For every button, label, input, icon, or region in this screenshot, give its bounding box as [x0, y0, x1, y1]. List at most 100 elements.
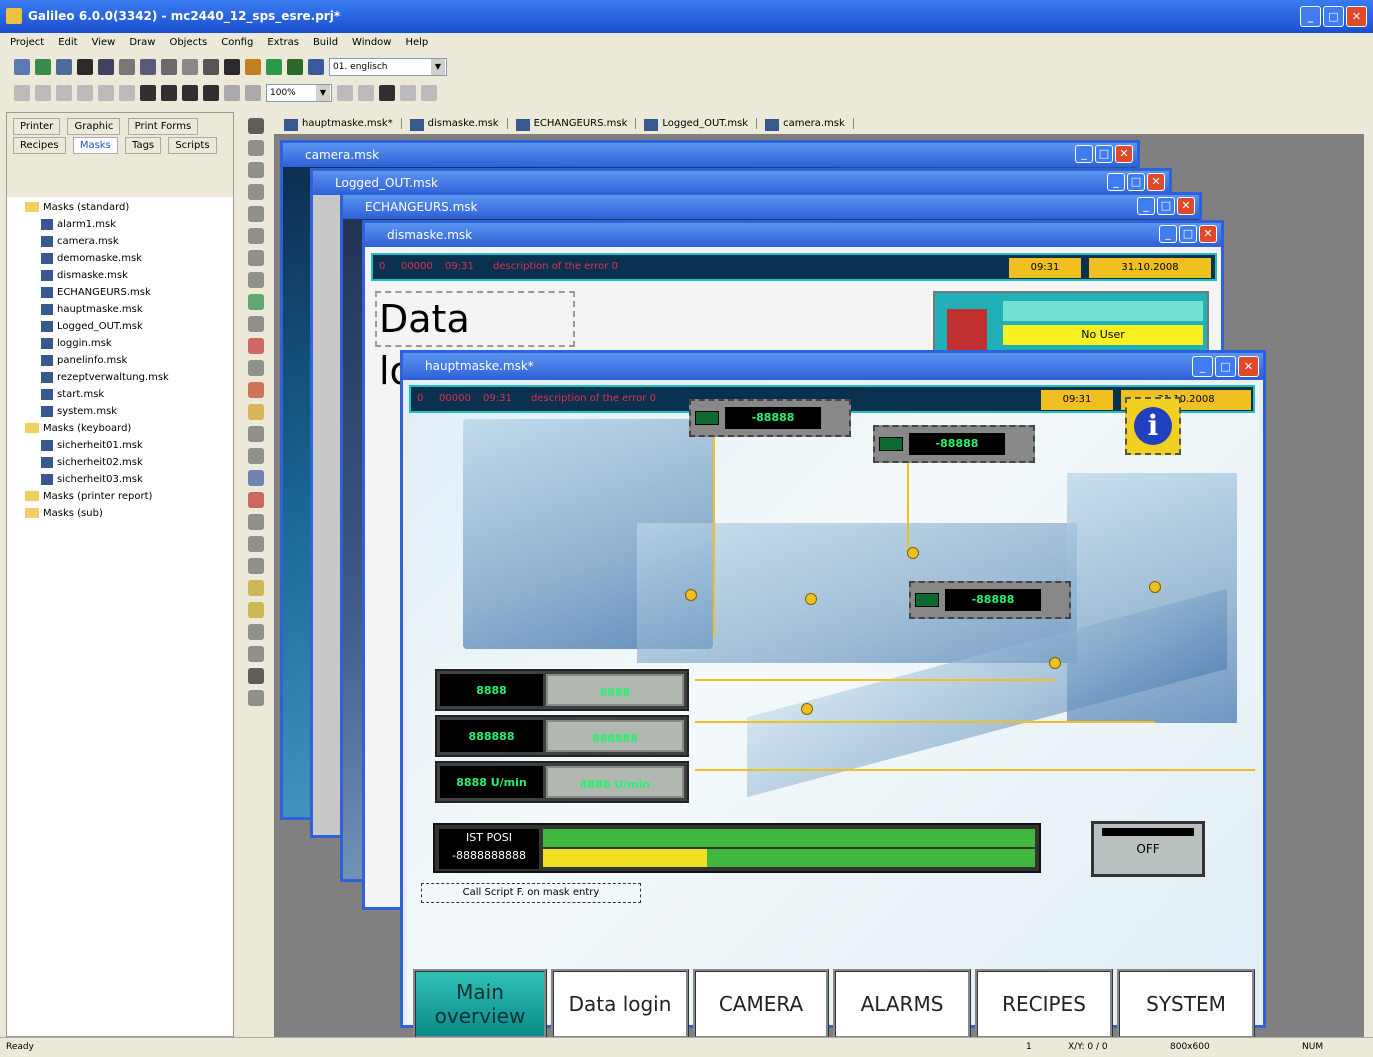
hand-icon[interactable]: [248, 602, 264, 618]
users-icon[interactable]: [248, 668, 264, 684]
close-button[interactable]: ✕: [1346, 6, 1367, 27]
transfer-icon[interactable]: [287, 59, 303, 75]
menu-project[interactable]: Project: [10, 33, 44, 53]
trend-icon[interactable]: [248, 404, 264, 420]
nav-system[interactable]: SYSTEM: [1117, 969, 1255, 1039]
maximize-button[interactable]: □: [1215, 356, 1236, 377]
recipe-icon[interactable]: [248, 470, 264, 486]
tab-echangeurs[interactable]: ECHANGEURS.msk: [514, 117, 637, 131]
separator-icon[interactable]: [248, 646, 264, 662]
close-button[interactable]: ✕: [1115, 145, 1133, 163]
io-field-icon[interactable]: [248, 514, 264, 530]
language-icon[interactable]: [308, 59, 324, 75]
ungroup-icon[interactable]: [161, 85, 177, 101]
tab-graphic[interactable]: Graphic: [67, 118, 121, 135]
gauge-icon[interactable]: [248, 360, 264, 376]
io-input[interactable]: 8888: [546, 674, 684, 706]
paste-icon[interactable]: [161, 59, 177, 75]
tab-hauptmaske[interactable]: hauptmaske.msk*: [282, 117, 402, 131]
lamp-icon[interactable]: [248, 338, 264, 354]
tab-scripts[interactable]: Scripts: [168, 137, 217, 154]
nav-alarms[interactable]: ALARMS: [833, 969, 971, 1039]
menu-draw[interactable]: Draw: [129, 33, 155, 53]
grid-icon[interactable]: [224, 85, 240, 101]
print-preview-icon[interactable]: [98, 59, 114, 75]
arrow-up-icon[interactable]: [400, 85, 416, 101]
menu-objects[interactable]: Objects: [169, 33, 207, 53]
tree-item[interactable]: camera.msk: [11, 233, 229, 250]
align-bottom-icon[interactable]: [98, 85, 114, 101]
tree-folder[interactable]: Masks (standard): [11, 199, 229, 216]
maximize-button[interactable]: □: [1157, 197, 1175, 215]
tree-folder[interactable]: Masks (keyboard): [11, 420, 229, 437]
minimize-button[interactable]: _: [1192, 356, 1213, 377]
nav-recipes[interactable]: RECIPES: [975, 969, 1113, 1039]
same-size-icon[interactable]: [119, 85, 135, 101]
tab-printer[interactable]: Printer: [13, 118, 61, 135]
align-left-icon[interactable]: [14, 85, 30, 101]
minimize-button[interactable]: _: [1300, 6, 1321, 27]
align-center-icon[interactable]: [35, 85, 51, 101]
minimize-button[interactable]: _: [1075, 145, 1093, 163]
tree-folder[interactable]: Masks (sub): [11, 505, 229, 522]
tab-print-forms[interactable]: Print Forms: [127, 118, 199, 135]
close-button[interactable]: ✕: [1177, 197, 1195, 215]
tree-item[interactable]: sicherheit03.msk: [11, 471, 229, 488]
tree-item[interactable]: start.msk: [11, 386, 229, 403]
help-icon[interactable]: [224, 59, 240, 75]
tree-item[interactable]: Logged_OUT.msk: [11, 318, 229, 335]
tab-masks[interactable]: Masks: [72, 137, 118, 154]
maximize-button[interactable]: □: [1179, 225, 1197, 243]
nav-main-overview[interactable]: Main overview: [413, 969, 547, 1039]
slider-icon[interactable]: [248, 492, 264, 508]
undo-icon[interactable]: [182, 59, 198, 75]
tab-logged-out[interactable]: Logged_OUT.msk: [642, 117, 758, 131]
close-button[interactable]: ✕: [1199, 225, 1217, 243]
zoom-in-icon[interactable]: [337, 85, 353, 101]
tree-item[interactable]: system.msk: [11, 403, 229, 420]
menu-window[interactable]: Window: [352, 33, 391, 53]
nav-camera[interactable]: CAMERA: [693, 969, 829, 1039]
tab-recipes[interactable]: Recipes: [13, 137, 66, 154]
close-button[interactable]: ✕: [1147, 173, 1165, 191]
tree-item[interactable]: dismaske.msk: [11, 267, 229, 284]
arrow-down-icon[interactable]: [421, 85, 437, 101]
new-project-icon[interactable]: [14, 59, 30, 75]
bar-icon[interactable]: [248, 382, 264, 398]
align-right-icon[interactable]: [56, 85, 72, 101]
menu-view[interactable]: View: [92, 33, 116, 53]
maximize-button[interactable]: □: [1095, 145, 1113, 163]
minimize-button[interactable]: _: [1137, 197, 1155, 215]
tree-item[interactable]: panelinfo.msk: [11, 352, 229, 369]
pointer-icon[interactable]: [248, 118, 264, 134]
back-icon[interactable]: [203, 85, 219, 101]
close-button[interactable]: ✕: [1238, 356, 1259, 377]
clock-icon[interactable]: [248, 558, 264, 574]
tree-item[interactable]: demomaske.msk: [11, 250, 229, 267]
save-all-icon[interactable]: [77, 59, 93, 75]
tree-item[interactable]: alarm1.msk: [11, 216, 229, 233]
off-button[interactable]: OFF: [1091, 821, 1205, 877]
menu-edit[interactable]: Edit: [58, 33, 77, 53]
alarm-icon[interactable]: [248, 448, 264, 464]
tree-item[interactable]: sicherheit02.msk: [11, 454, 229, 471]
rounded-rect-icon[interactable]: [248, 228, 264, 244]
tree-item[interactable]: ECHANGEURS.msk: [11, 284, 229, 301]
key-icon[interactable]: [248, 580, 264, 596]
box-icon[interactable]: [248, 206, 264, 222]
polygon-icon[interactable]: [248, 272, 264, 288]
minimize-button[interactable]: _: [1159, 225, 1177, 243]
tree-item[interactable]: loggin.msk: [11, 335, 229, 352]
button-icon[interactable]: [248, 316, 264, 332]
menu-config[interactable]: Config: [221, 33, 253, 53]
io-input[interactable]: 8888 U/min: [546, 766, 684, 798]
text-icon[interactable]: [248, 162, 264, 178]
tree-item[interactable]: rezeptverwaltung.msk: [11, 369, 229, 386]
tab-dismaske[interactable]: dismaske.msk: [408, 117, 508, 131]
snap-icon[interactable]: [245, 85, 261, 101]
info-button[interactable]: i: [1125, 397, 1181, 455]
align-top-icon[interactable]: [77, 85, 93, 101]
tree-folder[interactable]: Masks (printer report): [11, 488, 229, 505]
tab-order-icon[interactable]: [379, 85, 395, 101]
save-icon[interactable]: [56, 59, 72, 75]
